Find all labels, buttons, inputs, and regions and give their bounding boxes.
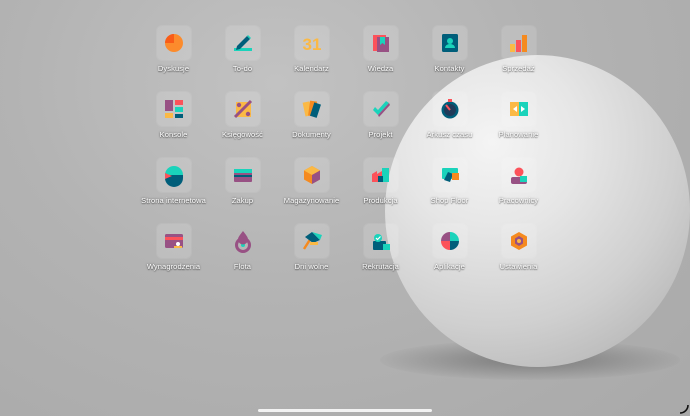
- app-to-do[interactable]: To-do: [208, 26, 277, 92]
- app-label: Kontakty: [434, 64, 465, 73]
- app-produkcja[interactable]: Produkcja: [346, 158, 415, 224]
- inventory-icon: [294, 158, 329, 192]
- app-label: Sprzedaż: [502, 64, 535, 73]
- app-pracownicy[interactable]: Pracownicy: [484, 158, 553, 224]
- dashboard-icon: [156, 92, 191, 126]
- app-label: Pracownicy: [498, 196, 539, 205]
- app-label: Arkusz czasu: [426, 130, 473, 139]
- website-icon: [156, 158, 191, 192]
- app-shop-floor[interactable]: Shop Floor: [415, 158, 484, 224]
- resize-corner-icon: [679, 404, 689, 414]
- app-strona-internetowa[interactable]: Strona internetowa: [139, 158, 208, 224]
- timesheet-icon: [432, 92, 467, 126]
- documents-icon: [294, 92, 329, 126]
- app-label: Projekt: [368, 130, 393, 139]
- app-label: Planowanie: [498, 130, 539, 139]
- app-zakup[interactable]: Zakup: [208, 158, 277, 224]
- app-konsole[interactable]: Konsole: [139, 92, 208, 158]
- app-label: Flota: [233, 262, 252, 271]
- app-label: To-do: [232, 64, 253, 73]
- discuss-icon: [156, 26, 191, 60]
- purchase-icon: [225, 158, 260, 192]
- home-indicator[interactable]: [258, 409, 432, 412]
- settings-icon: [501, 224, 536, 258]
- app-magazynowanie[interactable]: Magazynowanie: [277, 158, 346, 224]
- app-rekrutacja[interactable]: Rekrutacja: [346, 224, 415, 290]
- payroll-icon: [156, 224, 191, 258]
- app-label: Dni wolne: [294, 262, 329, 271]
- app-label: Shop Floor: [430, 196, 469, 205]
- app-label: Magazynowanie: [283, 196, 340, 205]
- app-kalendarz[interactable]: 31 Kalendarz: [277, 26, 346, 92]
- fleet-icon: [226, 224, 260, 258]
- app-grid: Dyskusje To-do 31 Kalendarz Wiedza Kontakty Sp…: [139, 26, 553, 290]
- app-kontakty[interactable]: Kontakty: [415, 26, 484, 92]
- app-dokumenty[interactable]: Dokumenty: [277, 92, 346, 158]
- app-label: Zakup: [231, 196, 254, 205]
- app-wynagrodzenia[interactable]: Wynagrodzenia: [139, 224, 208, 290]
- time-off-icon: [294, 224, 329, 258]
- app-label: Dyskusje: [157, 64, 190, 73]
- app-arkusz-czasu[interactable]: Arkusz czasu: [415, 92, 484, 158]
- app-wiedza[interactable]: Wiedza: [346, 26, 415, 92]
- app-label: Księgowość: [221, 130, 264, 139]
- app-ksiegowosc[interactable]: Księgowość: [208, 92, 277, 158]
- app-label: Produkcja: [363, 196, 398, 205]
- app-dni-wolne[interactable]: Dni wolne: [277, 224, 346, 290]
- app-label: Konsole: [159, 130, 188, 139]
- app-label: Aplikacje: [434, 262, 465, 271]
- app-planowanie[interactable]: Planowanie: [484, 92, 553, 158]
- app-sprzedaz[interactable]: Sprzedaż: [484, 26, 553, 92]
- app-label: Rekrutacja: [362, 262, 399, 271]
- knowledge-icon: [363, 26, 398, 60]
- calendar-icon: 31: [294, 26, 329, 60]
- app-label: Wiedza: [367, 64, 394, 73]
- app-label: Ustawienia: [499, 262, 538, 271]
- app-label: Wynagrodzenia: [146, 262, 201, 271]
- accounting-icon: [225, 92, 260, 126]
- planning-icon: [501, 92, 536, 126]
- app-ustawienia[interactable]: Ustawienia: [484, 224, 553, 290]
- app-label: Dokumenty: [292, 130, 331, 139]
- app-projekt[interactable]: Projekt: [346, 92, 415, 158]
- app-label: Strona internetowa: [141, 196, 206, 205]
- shop-floor-icon: [432, 158, 467, 192]
- manufacturing-icon: [363, 158, 398, 192]
- employees-icon: [501, 158, 536, 192]
- contacts-icon: [432, 26, 467, 60]
- app-dyskusje[interactable]: Dyskusje: [139, 26, 208, 92]
- calendar-icon-text: 31: [302, 35, 321, 54]
- app-aplikacje[interactable]: Aplikacje: [415, 224, 484, 290]
- app-label: Kalendarz: [294, 64, 329, 73]
- project-icon: [363, 92, 398, 126]
- sales-icon: [501, 26, 536, 60]
- app-flota[interactable]: Flota: [208, 224, 277, 290]
- apps-icon: [432, 224, 467, 258]
- recruitment-icon: [363, 224, 398, 258]
- todo-icon: [225, 26, 260, 60]
